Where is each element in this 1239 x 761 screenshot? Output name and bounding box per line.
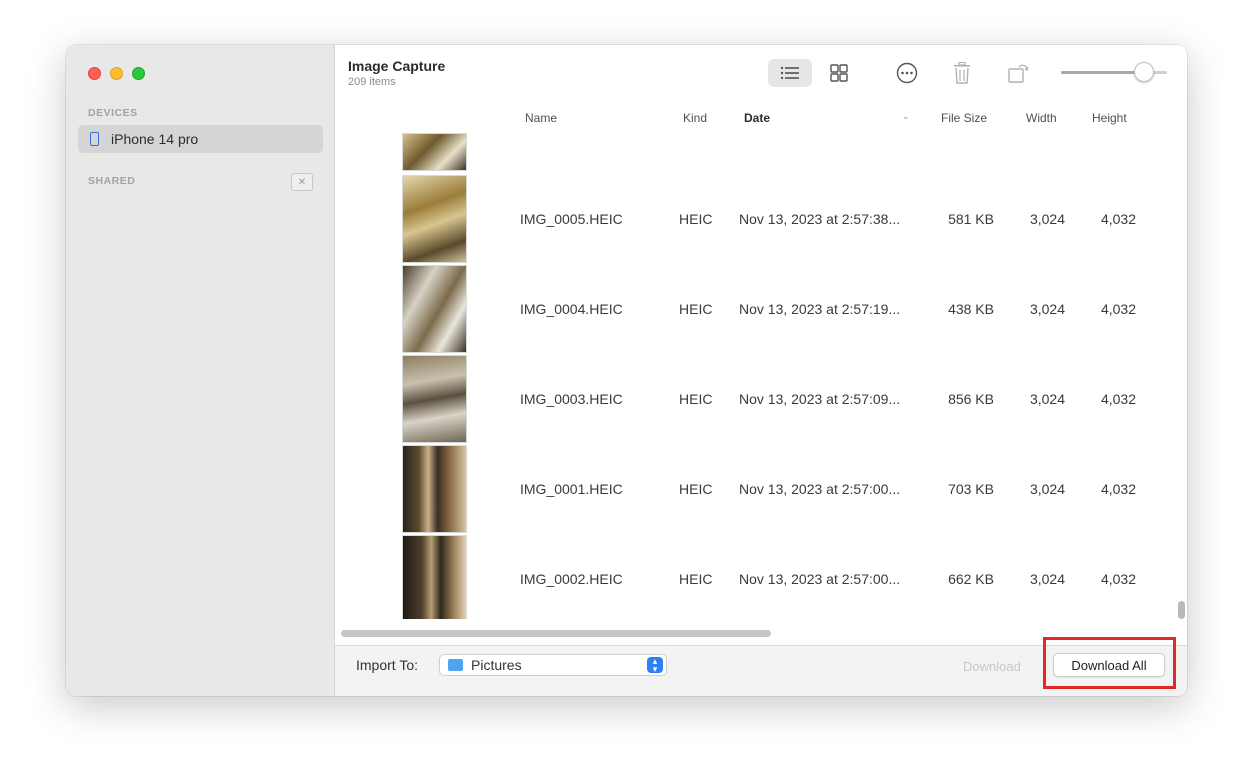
slider-thumb[interactable] [1133,62,1154,82]
file-date: Nov 13, 2023 at 2:57:19... [739,301,901,317]
device-name: iPhone 14 pro [111,131,199,147]
trash-icon [954,62,970,84]
file-name: IMG_0001.HEIC [520,481,623,497]
item-count: 209 items [348,76,396,88]
file-kind: HEIC [679,571,713,587]
file-height: 4,032 [1100,571,1136,587]
image-capture-window: DEVICES iPhone 14 pro SHARED ✕ Image Cap… [66,45,1187,696]
file-kind: HEIC [679,481,713,497]
file-height: 4,032 [1100,391,1136,407]
iphone-icon [90,132,99,146]
file-list: IMG_0005.HEIC HEIC Nov 13, 2023 at 2:57:… [335,133,1187,619]
table-row[interactable]: IMG_0001.HEIC HEIC Nov 13, 2023 at 2:57:… [335,445,1187,535]
thumbnail [402,265,467,353]
more-icon [896,62,918,84]
file-date: Nov 13, 2023 at 2:57:00... [739,571,901,587]
stepper-icon: ▴ ▾ [647,657,663,674]
file-kind: HEIC [679,391,713,407]
thumbnail-size-slider[interactable] [1061,62,1167,82]
window-controls [88,67,145,80]
table-row[interactable]: IMG_0003.HEIC HEIC Nov 13, 2023 at 2:57:… [335,355,1187,445]
file-size: 581 KB [948,211,994,227]
devices-section-label: DEVICES [88,107,138,119]
column-header-width[interactable]: Width [1026,111,1057,125]
main-pane: Image Capture 209 items Name Kind Date ⌄… [335,45,1187,696]
file-size: 703 KB [948,481,994,497]
file-height: 4,032 [1100,481,1136,497]
file-kind: HEIC [679,301,713,317]
horizontal-scrollbar[interactable] [341,630,771,637]
thumbnail-partial [402,133,467,171]
list-view-button[interactable] [768,59,812,87]
chevron-down-icon: ⌄ [902,111,910,121]
import-destination-select[interactable]: Pictures ▴ ▾ [439,654,667,676]
toolbar: Image Capture 209 items [335,45,1187,105]
file-height: 4,032 [1100,211,1136,227]
column-header-file-size[interactable]: File Size [941,111,987,125]
file-name: IMG_0004.HEIC [520,301,623,317]
thumbnail [402,535,467,619]
download-button[interactable]: Download [963,659,1021,674]
thumbnail [402,445,467,533]
file-width: 3,024 [1029,301,1065,317]
import-to-label: Import To: [356,657,418,673]
folder-icon [448,659,463,671]
file-size: 662 KB [948,571,994,587]
file-date: Nov 13, 2023 at 2:57:00... [739,481,901,497]
file-width: 3,024 [1029,391,1065,407]
column-header-date[interactable]: Date [744,111,770,125]
table-row[interactable]: IMG_0002.HEIC HEIC Nov 13, 2023 at 2:57:… [335,535,1187,619]
table-row[interactable]: IMG_0004.HEIC HEIC Nov 13, 2023 at 2:57:… [335,265,1187,355]
column-header-name[interactable]: Name [525,111,557,125]
more-options-button[interactable] [892,59,922,87]
file-width: 3,024 [1029,481,1065,497]
grid-view-button[interactable] [822,59,856,87]
thumbnail [402,175,467,263]
rotate-icon [1008,64,1029,83]
minimize-button[interactable] [110,67,123,80]
file-date: Nov 13, 2023 at 2:57:09... [739,391,901,407]
file-size: 438 KB [948,301,994,317]
file-height: 4,032 [1100,301,1136,317]
shared-toggle-button[interactable]: ✕ [291,173,313,191]
file-date: Nov 13, 2023 at 2:57:38... [739,211,901,227]
file-name: IMG_0002.HEIC [520,571,623,587]
grid-view-icon [830,64,848,82]
file-size: 856 KB [948,391,994,407]
shared-section-label: SHARED [88,175,136,187]
rotate-button[interactable] [1003,59,1033,87]
page-title: Image Capture [348,58,446,74]
file-name: IMG_0005.HEIC [520,211,623,227]
sidebar: DEVICES iPhone 14 pro SHARED ✕ [66,45,335,696]
file-name: IMG_0003.HEIC [520,391,623,407]
column-header-height[interactable]: Height [1092,111,1127,125]
sidebar-item-iphone[interactable]: iPhone 14 pro [78,125,323,153]
file-kind: HEIC [679,211,713,227]
highlight-annotation [1043,637,1176,689]
file-width: 3,024 [1029,571,1065,587]
vertical-scrollbar[interactable] [1178,601,1185,619]
file-width: 3,024 [1029,211,1065,227]
zoom-button[interactable] [132,67,145,80]
column-header-kind[interactable]: Kind [683,111,707,125]
delete-button[interactable] [947,59,977,87]
column-headers: Name Kind Date ⌄ File Size Width Height [335,107,1187,129]
slider-fill [1061,71,1144,74]
close-icon: ✕ [297,176,307,188]
list-view-icon [780,66,799,80]
thumbnail [402,355,467,443]
table-row[interactable]: IMG_0005.HEIC HEIC Nov 13, 2023 at 2:57:… [335,175,1187,265]
close-button[interactable] [88,67,101,80]
import-destination-value: Pictures [471,657,522,673]
